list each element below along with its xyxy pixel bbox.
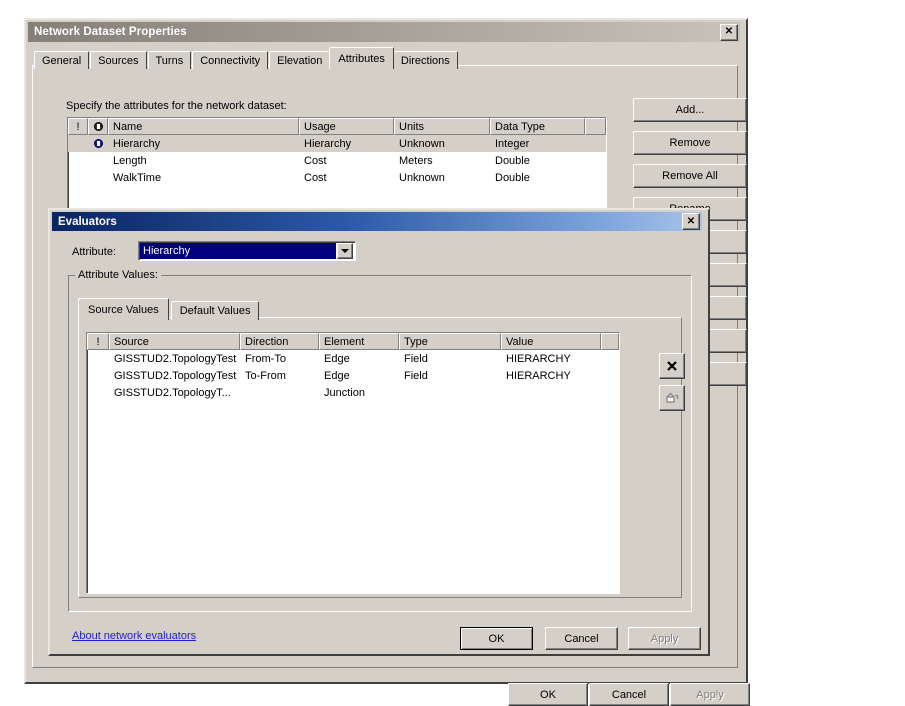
cell-datatype: Integer: [495, 137, 530, 150]
evaluators-cancel-button[interactable]: Cancel: [545, 627, 618, 650]
fill-evaluator-button: [659, 385, 685, 411]
cell-name: Length: [113, 154, 147, 167]
cell-units: Meters: [399, 154, 433, 167]
column-header-value[interactable]: Value: [501, 333, 601, 350]
hierarchy-icon: [93, 122, 103, 131]
outer-window-title: Network Dataset Properties: [34, 26, 187, 38]
column-header-blank[interactable]: [601, 333, 619, 350]
tab-attributes[interactable]: Attributes: [329, 47, 394, 69]
cell-datatype: Double: [495, 171, 530, 184]
cell-icon: [88, 139, 108, 148]
cell-source: GISSTUD2.TopologyTest: [114, 369, 237, 382]
cell-element: Edge: [324, 369, 350, 382]
cell-source: GISSTUD2.TopologyTest: [114, 352, 237, 365]
column-header-direction[interactable]: Direction: [240, 333, 319, 350]
outer-cancel-button[interactable]: Cancel: [589, 683, 669, 706]
source-values-listview[interactable]: ! Source Direction Element Type Value GI…: [86, 332, 620, 594]
column-header-units[interactable]: Units: [394, 118, 490, 135]
tab-source-values[interactable]: Source Values: [78, 298, 169, 320]
column-header-name[interactable]: Name: [108, 118, 299, 135]
evaluators-ok-button[interactable]: OK: [460, 627, 533, 650]
table-row[interactable]: GISSTUD2.TopologyTest From-To Edge Field…: [87, 350, 619, 367]
attribute-label: Attribute:: [72, 246, 117, 258]
evaluators-dialog: Evaluators ✕ Attribute: Hierarchy Attrib…: [48, 208, 710, 656]
cell-type: Field: [404, 369, 428, 382]
outer-ok-button[interactable]: OK: [508, 683, 588, 706]
tab-directions[interactable]: Directions: [392, 51, 458, 69]
table-row[interactable]: WalkTime Cost Unknown Double: [68, 169, 606, 186]
outer-title-bar[interactable]: Network Dataset Properties ✕: [28, 22, 740, 42]
column-header-icon[interactable]: [88, 118, 108, 135]
cell-element: Junction: [324, 386, 365, 399]
column-header-datatype[interactable]: Data Type: [490, 118, 585, 135]
cell-value: HIERARCHY: [506, 352, 571, 365]
remove-button[interactable]: Remove: [633, 131, 747, 155]
about-network-evaluators-link[interactable]: About network evaluators: [72, 630, 196, 642]
cell-name: WalkTime: [113, 171, 162, 184]
cell-usage: Cost: [304, 171, 327, 184]
table-row[interactable]: GISSTUD2.TopologyTest To-From Edge Field…: [87, 367, 619, 384]
cell-units: Unknown: [399, 171, 445, 184]
source-values-listview-header: ! Source Direction Element Type Value: [87, 333, 619, 350]
tab-default-values[interactable]: Default Values: [170, 301, 260, 320]
tab-elevation[interactable]: Elevation: [269, 51, 331, 69]
table-row[interactable]: Hierarchy Hierarchy Unknown Integer: [68, 135, 606, 152]
cell-element: Edge: [324, 352, 350, 365]
outer-tab-strip: General Sources Turns Connectivity Eleva…: [34, 47, 459, 69]
cell-units: Unknown: [399, 137, 445, 150]
tab-general[interactable]: General: [34, 51, 90, 69]
table-row[interactable]: GISSTUD2.TopologyT... Junction: [87, 384, 619, 401]
column-header-element[interactable]: Element: [319, 333, 399, 350]
cell-datatype: Double: [495, 154, 530, 167]
table-row[interactable]: Length Cost Meters Double: [68, 152, 606, 169]
cell-usage: Cost: [304, 154, 327, 167]
column-header-source[interactable]: Source: [109, 333, 240, 350]
cell-direction: To-From: [245, 369, 286, 382]
column-header-flag[interactable]: !: [68, 118, 88, 135]
chevron-down-icon[interactable]: [337, 243, 353, 259]
tab-sources[interactable]: Sources: [90, 51, 147, 69]
delete-evaluator-button[interactable]: [659, 353, 685, 379]
attributes-listview[interactable]: ! Name Usage Units Data Type Hierarchy H…: [67, 117, 607, 216]
tab-connectivity[interactable]: Connectivity: [192, 51, 269, 69]
close-icon: [667, 361, 677, 371]
evaluators-title-bar[interactable]: Evaluators ✕: [52, 212, 702, 231]
cell-value: HIERARCHY: [506, 369, 571, 382]
cell-type: Field: [404, 352, 428, 365]
cell-direction: From-To: [245, 352, 286, 365]
paint-bucket-icon: [665, 392, 678, 403]
outer-apply-button: Apply: [670, 683, 750, 706]
cell-name: Hierarchy: [113, 137, 161, 150]
hierarchy-icon: [93, 139, 103, 148]
cell-usage: Hierarchy: [304, 137, 352, 150]
attribute-values-legend: Attribute Values:: [75, 269, 161, 281]
remove-all-button[interactable]: Remove All: [633, 164, 747, 188]
attribute-select[interactable]: Hierarchy: [138, 241, 356, 261]
attributes-listview-header: ! Name Usage Units Data Type: [68, 118, 606, 135]
evaluators-dialog-title: Evaluators: [58, 215, 117, 228]
add-button[interactable]: Add...: [633, 98, 747, 122]
tab-turns[interactable]: Turns: [147, 51, 192, 69]
close-icon[interactable]: ✕: [720, 23, 738, 41]
evaluators-apply-button: Apply: [628, 627, 701, 650]
column-header-type[interactable]: Type: [399, 333, 501, 350]
column-header-blank[interactable]: [585, 118, 606, 135]
evaluators-tab-strip: Source Values Default Values: [78, 298, 261, 320]
attribute-select-value: Hierarchy: [140, 243, 336, 259]
column-header-usage[interactable]: Usage: [299, 118, 394, 135]
close-icon[interactable]: ✕: [682, 213, 700, 230]
column-header-flag[interactable]: !: [87, 333, 109, 350]
cell-source: GISSTUD2.TopologyT...: [114, 386, 231, 399]
instruction-label: Specify the attributes for the network d…: [66, 100, 287, 112]
